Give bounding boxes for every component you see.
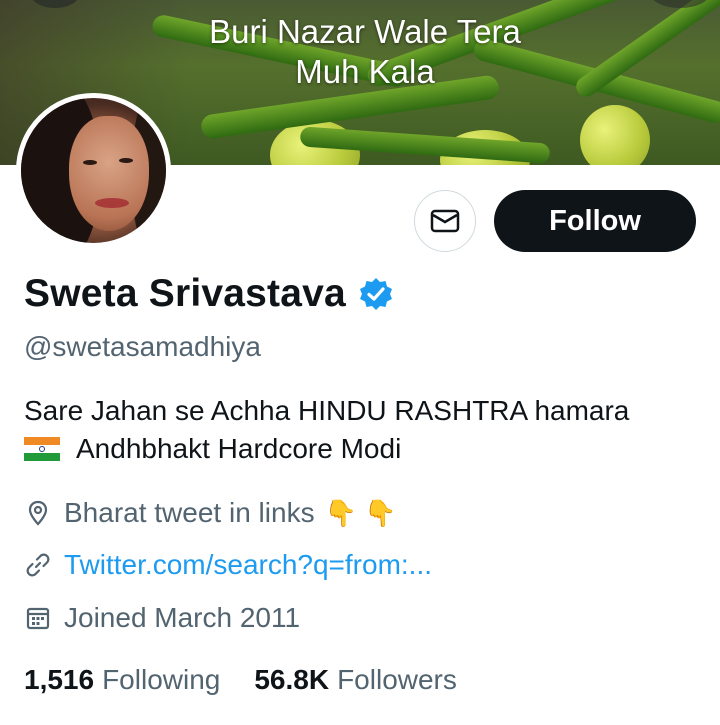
profile-name-row: Sweta Srivastava (24, 272, 394, 316)
pointing-down-emoji: 👇 👇 (324, 497, 397, 528)
envelope-icon (430, 209, 460, 233)
profile-website: Twitter.com/search?q=from:... (24, 549, 432, 581)
profile-name: Sweta Srivastava (24, 272, 346, 315)
follow-button[interactable]: Follow (494, 190, 696, 252)
bio-line: Andhbhakt Hardcore Modi (24, 430, 704, 468)
avatar-eye (83, 160, 97, 165)
followers-label: Followers (337, 664, 457, 695)
followers-count: 56.8K (254, 664, 330, 695)
verified-badge-icon[interactable] (358, 276, 394, 312)
profile-bio: Sare Jahan se Achha HINDU RASHTRA hamara… (24, 392, 704, 468)
website-link[interactable]: Twitter.com/search?q=from:... (64, 549, 432, 581)
banner-caption: Buri Nazar Wale Tera Muh Kala (190, 12, 540, 92)
profile-joined: Joined March 2011 (24, 602, 300, 634)
bio-line: Sare Jahan se Achha HINDU RASHTRA hamara (24, 395, 630, 426)
followers-link[interactable]: 56.8K Followers (254, 664, 457, 696)
bio-line-text: Andhbhakt Hardcore Modi (76, 433, 402, 464)
banner-caption-line: Muh Kala (295, 53, 435, 90)
avatar-eye (119, 158, 133, 163)
location-pin-icon (28, 500, 48, 526)
profile-handle: @swetasamadhiya (24, 331, 261, 362)
india-flag-icon (24, 437, 60, 461)
following-label: Following (102, 664, 221, 695)
banner-caption-line: Buri Nazar Wale Tera (209, 13, 521, 50)
following-count: 1,516 (24, 664, 95, 695)
avatar-lips (95, 198, 129, 208)
location-text: Bharat tweet in links (64, 497, 315, 528)
message-button[interactable] (414, 190, 476, 252)
profile-location: Bharat tweet in links 👇 👇 (24, 497, 397, 529)
avatar-face (69, 116, 149, 231)
joined-text: Joined March 2011 (64, 602, 301, 633)
link-icon (26, 553, 50, 577)
banner-lemon (580, 105, 650, 165)
profile-stats: 1,516 Following 56.8K Followers (24, 664, 457, 696)
calendar-icon (26, 607, 50, 630)
avatar[interactable] (16, 93, 171, 248)
following-link[interactable]: 1,516 Following (24, 664, 220, 696)
